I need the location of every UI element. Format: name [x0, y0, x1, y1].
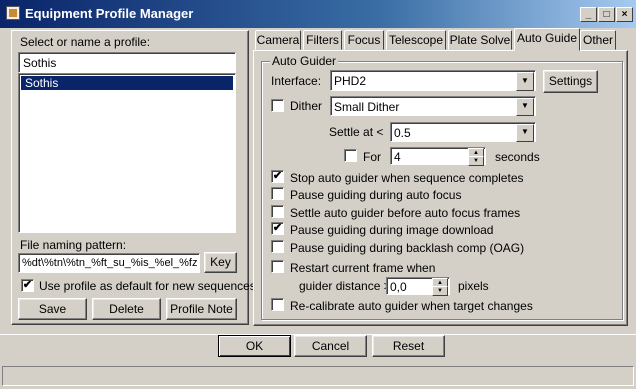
default-profile-checkbox[interactable]: ✔ [21, 279, 34, 292]
recalibrate-checkbox[interactable] [271, 298, 284, 311]
pixels-label: pixels [458, 279, 489, 293]
profile-name-value: Sothis [23, 56, 57, 70]
pause-backlash-label: Pause guiding during backlash comp (OAG) [290, 241, 525, 255]
pause-backlash-checkbox[interactable] [271, 240, 284, 253]
guider-distance-input[interactable]: 0,0 ▲ ▼ [386, 277, 450, 296]
restart-frame-label: Restart current frame when [290, 261, 436, 275]
recalibrate-label: Re-calibrate auto guider when target cha… [290, 299, 533, 313]
file-naming-label: File naming pattern: [20, 238, 127, 252]
save-button[interactable]: Save [18, 298, 87, 320]
tab-telescope[interactable]: Telescope [386, 30, 446, 50]
pause-autofocus-checkbox[interactable] [271, 187, 284, 200]
tab-focus[interactable]: Focus [344, 30, 384, 50]
guider-distance-label: guider distance > [299, 279, 391, 293]
interface-label: Interface: [271, 74, 322, 88]
stop-guider-label: Stop auto guider when sequence completes [290, 171, 524, 185]
select-profile-label: Select or name a profile: [20, 35, 151, 49]
tab-other[interactable]: Other [580, 30, 616, 50]
default-profile-label: Use profile as default for new sequences [39, 279, 256, 293]
cancel-button[interactable]: Cancel [294, 335, 367, 357]
settings-button[interactable]: Settings [543, 70, 598, 93]
chevron-down-icon[interactable]: ▼ [516, 72, 534, 91]
reset-button[interactable]: Reset [372, 335, 445, 357]
dither-value: Small Dither [334, 100, 400, 114]
close-icon[interactable]: × [616, 7, 633, 22]
profile-item-label: Sothis [25, 76, 59, 90]
chevron-down-icon[interactable]: ▼ [516, 98, 534, 116]
window-title: Equipment Profile Manager [25, 6, 194, 21]
file-naming-input[interactable]: %dt\%tn\%tn_%ft_su_%is_%el_%fz [18, 253, 200, 273]
restart-frame-checkbox[interactable] [271, 260, 284, 273]
key-button[interactable]: Key [204, 252, 237, 273]
settle-seconds-value: 4 [394, 150, 401, 164]
pause-autofocus-label: Pause guiding during auto focus [290, 188, 462, 202]
settle-for-checkbox[interactable] [344, 149, 357, 162]
tab-plate-solve[interactable]: Plate Solve [448, 30, 512, 50]
list-item[interactable]: Sothis [21, 76, 233, 90]
minimize-icon[interactable]: _ [580, 7, 597, 22]
dither-label: Dither [290, 99, 323, 113]
tab-filters[interactable]: Filters [303, 30, 342, 50]
maximize-icon[interactable]: □ [598, 7, 615, 22]
delete-button[interactable]: Delete [92, 298, 161, 320]
tab-camera[interactable]: Camera [255, 30, 301, 50]
dither-checkbox[interactable] [271, 99, 284, 112]
for-label: For [363, 150, 381, 164]
spin-down-icon[interactable]: ▼ [432, 286, 448, 296]
dither-select[interactable]: Small Dither ▼ [330, 96, 536, 116]
settle-autofocus-label: Settle auto guider before auto focus fra… [290, 206, 521, 220]
interface-select[interactable]: PHD2 ▼ [330, 70, 536, 91]
settle-autofocus-checkbox[interactable] [271, 205, 284, 218]
pause-download-label: Pause guiding during image download [290, 223, 494, 237]
pause-download-checkbox[interactable]: ✔ [271, 222, 284, 235]
profile-list[interactable]: Sothis [18, 73, 236, 233]
guider-distance-value: 0,0 [390, 280, 407, 294]
chevron-down-icon[interactable]: ▼ [516, 124, 534, 142]
settle-select[interactable]: 0.5 ▼ [390, 122, 536, 142]
settle-label: Settle at < [329, 125, 384, 139]
seconds-label: seconds [495, 150, 540, 164]
tab-auto-guide[interactable]: Auto Guide [514, 28, 580, 51]
app-icon [6, 6, 20, 20]
settle-value: 0.5 [394, 126, 411, 140]
profile-note-button[interactable]: Profile Note [166, 298, 237, 320]
interface-value: PHD2 [334, 74, 367, 88]
ok-button[interactable]: OK [218, 335, 291, 357]
file-naming-value: %dt\%tn\%tn_%ft_su_%is_%el_%fz [22, 257, 198, 269]
profile-name-input[interactable]: Sothis [18, 52, 236, 73]
status-bar [2, 366, 634, 386]
stop-guider-checkbox[interactable]: ✔ [271, 170, 284, 183]
spin-down-icon[interactable]: ▼ [468, 156, 484, 166]
auto-guider-group-label: Auto Guider [270, 54, 339, 68]
settle-seconds-input[interactable]: 4 ▲ ▼ [390, 147, 486, 166]
